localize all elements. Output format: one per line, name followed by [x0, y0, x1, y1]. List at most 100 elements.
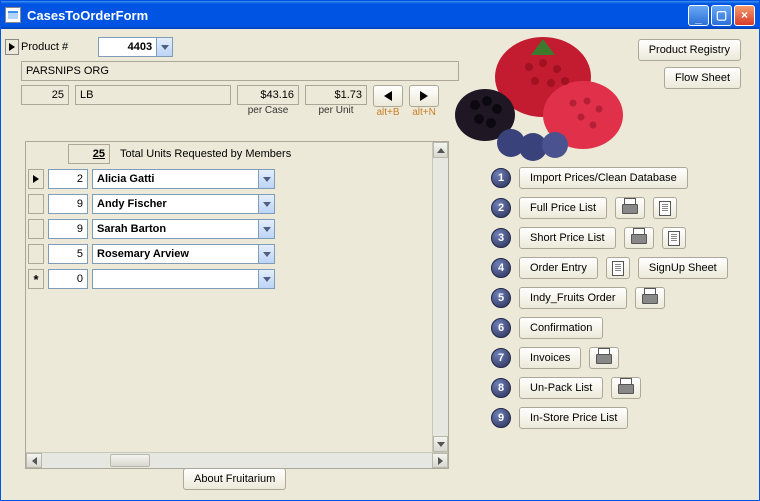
product-registry-button[interactable]: Product Registry [638, 39, 741, 61]
prev-hint: alt+B [373, 107, 403, 118]
vertical-scrollbar[interactable] [432, 142, 448, 452]
product-number-dropdown-icon[interactable] [156, 37, 173, 57]
app-window: CasesToOrderForm _ ▢ × Product Registry … [0, 0, 760, 501]
action-row: 2 Full Price List [491, 197, 741, 219]
app-icon [5, 7, 21, 23]
step-badge: 6 [491, 318, 511, 338]
member-name-input[interactable] [92, 219, 258, 239]
action-button-5[interactable]: Indy_Fruits Order [519, 287, 627, 309]
chevron-down-icon[interactable] [258, 244, 275, 264]
member-name-input[interactable] [92, 244, 258, 264]
action-button-1[interactable]: Import Prices/Clean Database [519, 167, 688, 189]
member-name-combo[interactable] [92, 219, 275, 239]
member-qty-input[interactable] [48, 219, 88, 239]
chevron-down-icon[interactable] [258, 169, 275, 189]
action-button-3[interactable]: Short Price List [519, 227, 616, 249]
member-name-combo[interactable] [92, 169, 275, 189]
document-icon [612, 261, 624, 276]
member-row-new [26, 268, 432, 290]
member-qty-input[interactable] [48, 269, 88, 289]
printer-icon [618, 382, 634, 394]
printer-icon [642, 292, 658, 304]
printer-icon [596, 352, 612, 364]
step-badge: 8 [491, 378, 511, 398]
member-row [26, 168, 432, 190]
step-badge: 9 [491, 408, 511, 428]
per-case-field [237, 85, 299, 105]
action-row: 5 Indy_Fruits Order [491, 287, 741, 309]
member-name-combo[interactable] [92, 269, 275, 289]
per-unit-field [305, 85, 367, 105]
record-selector[interactable] [5, 39, 19, 55]
member-qty-input[interactable] [48, 244, 88, 264]
printer-button[interactable] [615, 197, 645, 219]
row-selector[interactable] [28, 244, 44, 264]
member-name-combo[interactable] [92, 244, 275, 264]
printer-button[interactable] [635, 287, 665, 309]
product-name-field [21, 61, 459, 81]
action-row: 1 Import Prices/Clean Database [491, 167, 741, 189]
flow-sheet-button[interactable]: Flow Sheet [664, 67, 741, 89]
action-button-7[interactable]: Invoices [519, 347, 581, 369]
titlebar: CasesToOrderForm _ ▢ × [1, 1, 759, 29]
prev-record-button[interactable] [373, 85, 403, 107]
printer-button[interactable] [611, 377, 641, 399]
row-selector[interactable] [28, 219, 44, 239]
total-units-label: Total Units Requested by Members [120, 148, 291, 160]
product-number-input[interactable] [98, 37, 156, 57]
action-row: 4 Order Entry SignUp Sheet [491, 257, 741, 279]
action-button-9[interactable]: In-Store Price List [519, 407, 628, 429]
members-subform: Total Units Requested by Members [25, 141, 449, 469]
step-badge: 5 [491, 288, 511, 308]
preview-button[interactable] [662, 227, 686, 249]
chevron-down-icon[interactable] [258, 269, 275, 289]
action-row: 8 Un-Pack List [491, 377, 741, 399]
member-name-input[interactable] [92, 194, 258, 214]
chevron-down-icon[interactable] [258, 194, 275, 214]
member-name-combo[interactable] [92, 194, 275, 214]
next-record-button[interactable] [409, 85, 439, 107]
document-icon [659, 201, 671, 216]
member-row [26, 243, 432, 265]
scroll-right-icon[interactable] [432, 453, 448, 468]
maximize-button[interactable]: ▢ [711, 5, 732, 26]
member-name-input[interactable] [92, 269, 258, 289]
scroll-up-icon[interactable] [433, 142, 448, 158]
member-qty-input[interactable] [48, 194, 88, 214]
action-button-8[interactable]: Un-Pack List [519, 377, 603, 399]
per-case-label: per Case [237, 105, 299, 116]
new-row-selector[interactable] [28, 269, 44, 289]
scroll-left-icon[interactable] [26, 453, 42, 468]
horizontal-scrollbar[interactable] [26, 452, 448, 468]
preview-button[interactable] [606, 257, 630, 279]
action-button-4[interactable]: Order Entry [519, 257, 598, 279]
printer-icon [622, 202, 638, 214]
signup-sheet-button[interactable]: SignUp Sheet [638, 257, 728, 279]
per-unit-label: per Unit [305, 105, 367, 116]
about-button[interactable]: About Fruitarium [183, 468, 286, 490]
product-number-combo[interactable] [98, 37, 173, 57]
step-badge: 4 [491, 258, 511, 278]
chevron-down-icon[interactable] [258, 219, 275, 239]
step-badge: 7 [491, 348, 511, 368]
minimize-button[interactable]: _ [688, 5, 709, 26]
row-selector[interactable] [28, 169, 44, 189]
member-qty-input[interactable] [48, 169, 88, 189]
preview-button[interactable] [653, 197, 677, 219]
scroll-thumb[interactable] [110, 454, 150, 467]
action-button-2[interactable]: Full Price List [519, 197, 607, 219]
action-row: 6 Confirmation [491, 317, 741, 339]
step-badge: 2 [491, 198, 511, 218]
printer-icon [631, 232, 647, 244]
action-button-6[interactable]: Confirmation [519, 317, 603, 339]
member-name-input[interactable] [92, 169, 258, 189]
action-panel: 1 Import Prices/Clean Database 2 Full Price… [491, 167, 741, 437]
close-button[interactable]: × [734, 5, 755, 26]
printer-button[interactable] [624, 227, 654, 249]
scroll-down-icon[interactable] [433, 436, 448, 452]
document-icon [668, 231, 680, 246]
step-badge: 1 [491, 168, 511, 188]
action-row: 3Short Price List [491, 227, 741, 249]
row-selector[interactable] [28, 194, 44, 214]
printer-button[interactable] [589, 347, 619, 369]
